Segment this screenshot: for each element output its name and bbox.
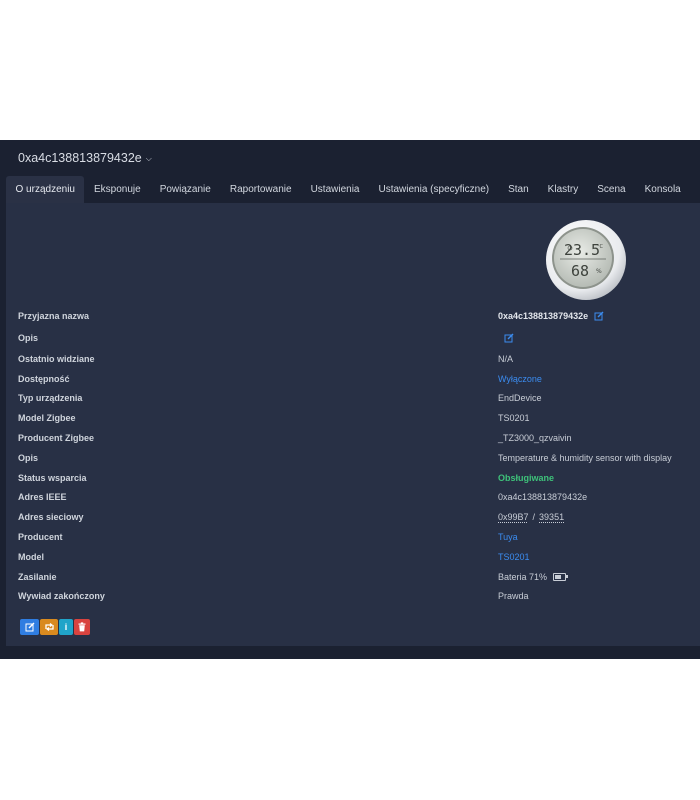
row-device-type: Typ urządzenia EndDevice	[6, 389, 700, 409]
model-description-label: Opis	[18, 452, 39, 463]
network-address-label: Adres sieciowy	[18, 512, 84, 523]
tab-settings-specific[interactable]: Ustawienia (specyficzne)	[369, 176, 499, 203]
row-zigbee-manufacturer: Producent Zigbee _TZ3000_qzvaivin	[6, 428, 700, 448]
friendly-name-label: Przyjazna nazwa	[18, 311, 90, 321]
tab-reporting[interactable]: Raportowanie	[220, 176, 301, 203]
manufacturer-label: Producent	[18, 532, 63, 543]
description-label: Opis	[18, 333, 39, 343]
row-support-status: Status wsparcia Obsługiwane	[6, 468, 700, 488]
interview-label: Wywiad zakończony	[18, 591, 105, 602]
model-value: TS0201	[498, 552, 530, 562]
trash-icon	[78, 622, 86, 632]
tab-bar: O urządzeniu Eksponuje Powiązanie Raport…	[6, 176, 690, 203]
power-value: Bateria 71%	[498, 572, 569, 582]
tab-console[interactable]: Konsola	[635, 176, 690, 203]
availability-value: Wyłączone	[498, 374, 542, 384]
retweet-icon	[44, 623, 54, 631]
device-type-value: EndDevice	[498, 393, 542, 404]
row-manufacturer: Producent Tuya	[6, 527, 700, 547]
zigbee-manufacturer-label: Producent Zigbee	[18, 433, 95, 444]
rename-button[interactable]	[20, 619, 39, 635]
model-description-value: Temperature & humidity sensor with displ…	[498, 452, 672, 463]
device-image: 23.5 68 °C %	[546, 220, 626, 300]
action-buttons: i	[20, 619, 90, 635]
model-label: Model	[18, 551, 44, 562]
ieee-address-value: 0xa4c138813879432e	[498, 492, 588, 503]
network-address-separator: /	[532, 512, 536, 523]
info-rows: Przyjazna nazwa 0xa4c138813879432e Opis	[6, 305, 700, 606]
svg-text:°C: °C	[597, 244, 604, 250]
device-selector[interactable]: 0xa4c138813879432e ⌵	[18, 151, 152, 165]
zigbee-manufacturer-value: _TZ3000_qzvaivin	[498, 433, 572, 444]
row-interview: Wywiad zakończony Prawda	[6, 587, 700, 607]
tab-settings[interactable]: Ustawienia	[301, 176, 369, 203]
row-availability: Dostępność Wyłączone	[6, 369, 700, 389]
row-network-address: Adres sieciowy 0x99B7 / 39351	[6, 507, 700, 527]
model-link[interactable]: TS0201	[498, 552, 530, 562]
interview-button[interactable]: i	[59, 619, 73, 635]
interview-value: Prawda	[498, 591, 529, 602]
tab-scene[interactable]: Scena	[588, 176, 635, 203]
device-name: 0xa4c138813879432e	[18, 151, 142, 165]
app-window: 0xa4c138813879432e ⌵ O urządzeniu Ekspon…	[0, 140, 700, 659]
network-address-dec: 39351	[539, 512, 565, 523]
availability-link[interactable]: Wyłączone	[498, 374, 542, 384]
remove-button[interactable]	[74, 619, 90, 635]
edit-icon[interactable]	[504, 333, 514, 343]
zigbee-model-label: Model Zigbee	[18, 413, 76, 424]
edit-icon[interactable]	[594, 311, 604, 321]
header: 0xa4c138813879432e ⌵	[0, 140, 700, 176]
manufacturer-link[interactable]: Tuya	[498, 532, 518, 542]
tab-bind[interactable]: Powiązanie	[150, 176, 220, 203]
power-label: Zasilanie	[18, 571, 57, 582]
support-status-badge[interactable]: Obsługiwane	[498, 473, 554, 483]
availability-label: Dostępność	[18, 373, 70, 384]
row-description: Opis	[6, 327, 700, 349]
chevron-down-icon: ⌵	[145, 154, 152, 163]
row-friendly-name: Przyjazna nazwa 0xa4c138813879432e	[6, 305, 700, 327]
network-address-hex: 0x99B7	[498, 512, 529, 523]
friendly-name-value: 0xa4c138813879432e	[498, 311, 604, 321]
description-value	[504, 333, 514, 343]
support-status-value: Obsługiwane	[498, 473, 554, 483]
edit-icon	[25, 622, 34, 632]
svg-text:68: 68	[571, 262, 589, 280]
row-power: Zasilanie Bateria 71%	[6, 567, 700, 587]
reconfigure-button[interactable]	[40, 619, 58, 635]
support-status-label: Status wsparcia	[18, 472, 87, 483]
zigbee-model-value: TS0201	[498, 413, 530, 424]
info-icon: i	[64, 622, 68, 632]
row-zigbee-model: Model Zigbee TS0201	[6, 408, 700, 428]
row-ieee-address: Adres IEEE 0xa4c138813879432e	[6, 488, 700, 508]
battery-icon	[553, 572, 569, 581]
device-info-panel: 23.5 68 °C % Przyjazna nazwa 0xa4c138813…	[6, 203, 700, 646]
last-seen-label: Ostatnio widziane	[18, 353, 95, 364]
tab-state[interactable]: Stan	[499, 176, 539, 203]
tab-exposes[interactable]: Eksponuje	[84, 176, 150, 203]
ieee-address-label: Adres IEEE	[18, 492, 67, 503]
row-model-description: Opis Temperature & humidity sensor with …	[6, 448, 700, 468]
row-model: Model TS0201	[6, 547, 700, 567]
tab-clusters[interactable]: Klastry	[538, 176, 588, 203]
network-address-value: 0x99B7 / 39351	[498, 512, 564, 522]
tab-about[interactable]: O urządzeniu	[6, 176, 85, 203]
svg-text:%: %	[596, 268, 602, 275]
device-type-label: Typ urządzenia	[18, 393, 83, 404]
manufacturer-value: Tuya	[498, 532, 518, 542]
last-seen-value: N/A	[498, 353, 514, 364]
row-last-seen: Ostatnio widziane N/A	[6, 349, 700, 369]
